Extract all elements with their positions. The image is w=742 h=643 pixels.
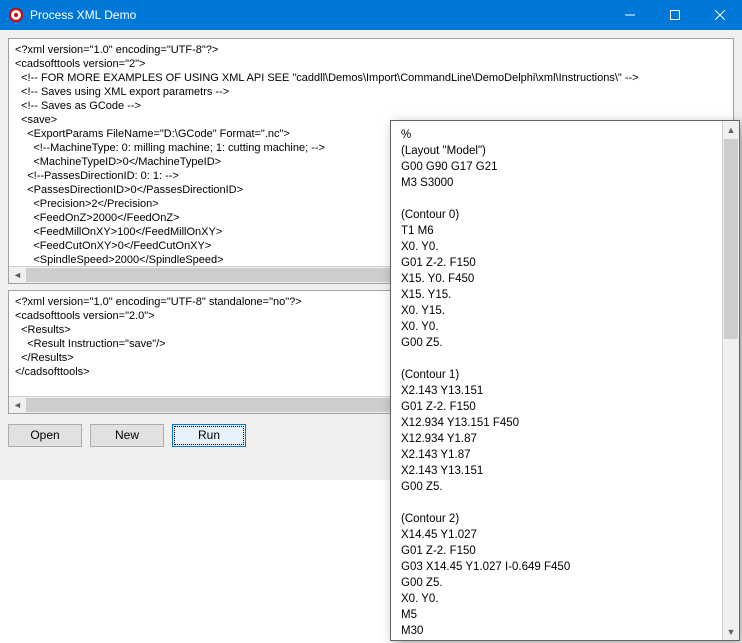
scroll-thumb[interactable] bbox=[26, 268, 406, 282]
scroll-thumb[interactable] bbox=[724, 139, 738, 339]
scroll-left-icon[interactable]: ◄ bbox=[9, 267, 26, 283]
new-button[interactable]: New bbox=[90, 424, 164, 447]
scroll-up-icon[interactable]: ▲ bbox=[723, 121, 739, 138]
titlebar[interactable]: Process XML Demo bbox=[0, 0, 742, 30]
popup-vscrollbar[interactable]: ▲ ▼ bbox=[722, 121, 739, 640]
gcode-popup[interactable]: % (Layout "Model") G00 G90 G17 G21 M3 S3… bbox=[390, 120, 740, 641]
gcode-output-text: % (Layout "Model") G00 G90 G17 G21 M3 S3… bbox=[391, 121, 722, 640]
scroll-down-icon[interactable]: ▼ bbox=[723, 623, 739, 640]
scroll-left-icon[interactable]: ◄ bbox=[9, 397, 26, 413]
open-button[interactable]: Open bbox=[8, 424, 82, 447]
close-button[interactable] bbox=[697, 0, 742, 30]
minimize-button[interactable] bbox=[607, 0, 652, 30]
app-icon bbox=[8, 7, 24, 23]
maximize-button[interactable] bbox=[652, 0, 697, 30]
window-controls bbox=[607, 0, 742, 30]
run-button[interactable]: Run bbox=[172, 424, 246, 447]
window-title: Process XML Demo bbox=[30, 8, 136, 22]
